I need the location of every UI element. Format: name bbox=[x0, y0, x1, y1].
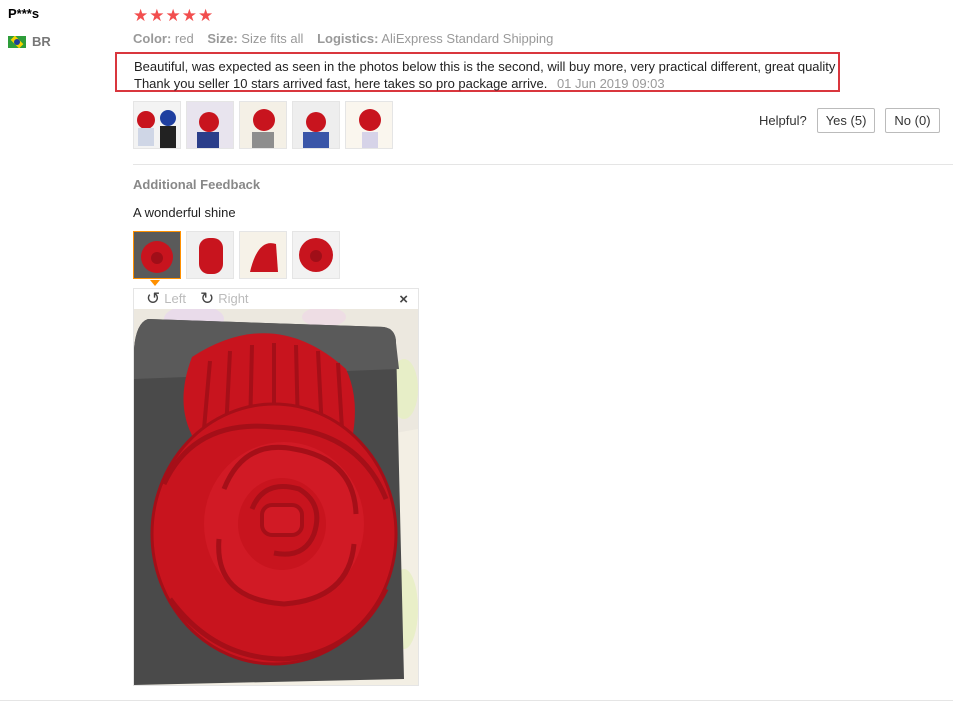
rotate-left-label: Left bbox=[164, 291, 186, 306]
rotate-right-icon: ↻ bbox=[199, 289, 215, 308]
star-icon: ★ bbox=[198, 6, 214, 25]
star-rating: ★ ★ ★ ★ ★ bbox=[133, 6, 213, 26]
brazil-flag-icon bbox=[8, 35, 26, 48]
review-photo-thumb[interactable] bbox=[186, 101, 234, 149]
star-icon: ★ bbox=[149, 6, 165, 25]
country-code: BR bbox=[32, 34, 51, 49]
rotate-right-label: Right bbox=[218, 291, 249, 306]
review-photo-thumb[interactable] bbox=[292, 101, 340, 149]
review-photo-thumb[interactable] bbox=[133, 101, 181, 149]
helpful-no-button[interactable]: No (0) bbox=[885, 108, 940, 133]
additional-photo-thumb[interactable] bbox=[186, 231, 234, 279]
additional-photo-thumb[interactable] bbox=[239, 231, 287, 279]
size-value: Size fits all bbox=[241, 31, 304, 46]
review-text: Beautiful, was expected as seen in the p… bbox=[134, 59, 836, 91]
additional-photo-thumb[interactable] bbox=[292, 231, 340, 279]
size-label: Size: bbox=[207, 31, 238, 46]
logistics-label: Logistics: bbox=[317, 31, 379, 46]
product-photo-large bbox=[134, 309, 418, 685]
logistics-value: AliExpress Standard Shipping bbox=[381, 31, 554, 46]
color-label: Color: bbox=[133, 31, 172, 46]
helpful-label: Helpful? bbox=[759, 113, 807, 128]
order-attributes: Color: red Size: Size fits all Logistics… bbox=[133, 31, 553, 46]
star-icon: ★ bbox=[133, 6, 149, 25]
star-icon: ★ bbox=[165, 6, 181, 25]
photo-viewer: ↺ Left ↻ Right × bbox=[133, 288, 419, 686]
helpful-yes-button[interactable]: Yes (5) bbox=[816, 108, 876, 133]
selected-pointer-icon bbox=[150, 280, 160, 286]
review-text-highlight: Beautiful, was expected as seen in the p… bbox=[115, 52, 840, 92]
close-icon[interactable]: × bbox=[399, 291, 408, 308]
additional-photo-thumb-selected[interactable] bbox=[133, 231, 181, 279]
star-icon: ★ bbox=[181, 6, 197, 25]
review-photo-thumb[interactable] bbox=[239, 101, 287, 149]
reviewer-country: BR bbox=[8, 34, 51, 49]
viewer-toolbar: ↺ Left ↻ Right bbox=[146, 290, 249, 307]
rotate-right-button[interactable]: ↻ Right bbox=[200, 290, 249, 307]
additional-feedback-title: Additional Feedback bbox=[133, 177, 261, 192]
divider bbox=[133, 164, 953, 165]
rotate-left-button[interactable]: ↺ Left bbox=[146, 290, 186, 307]
section-divider bbox=[0, 700, 953, 701]
color-value: red bbox=[174, 31, 194, 46]
helpful-vote: Helpful? Yes (5) No (0) bbox=[759, 108, 940, 133]
additional-photo-strip bbox=[133, 231, 340, 279]
additional-feedback-text: A wonderful shine bbox=[133, 205, 236, 220]
rotate-left-icon: ↺ bbox=[146, 289, 161, 308]
review-date: 01 Jun 2019 09:03 bbox=[556, 76, 665, 91]
review-photo-strip bbox=[133, 101, 393, 149]
review-photo-thumb[interactable] bbox=[345, 101, 393, 149]
reviewer-name: P***s bbox=[8, 6, 40, 21]
